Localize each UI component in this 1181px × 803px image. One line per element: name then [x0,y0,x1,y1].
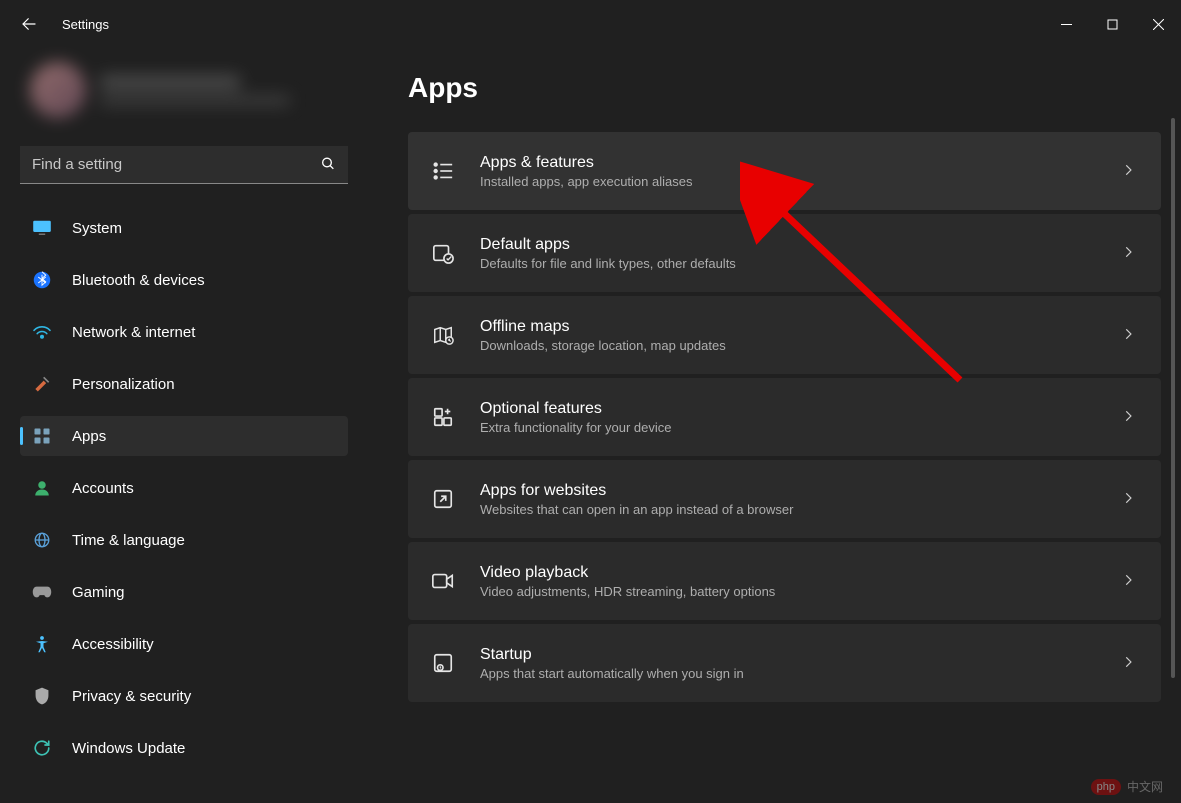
sidebar-item-time[interactable]: Time & language [20,520,348,560]
profile-email [100,95,290,106]
apps-icon [32,426,52,446]
search-icon [320,156,336,175]
system-icon [32,218,52,238]
back-arrow-icon [20,15,38,33]
titlebar: Settings [0,0,1181,48]
sidebar-item-label: Bluetooth & devices [72,272,205,289]
list-icon [430,158,456,184]
nav-list: System Bluetooth & devices Network & int… [20,208,348,768]
window-controls [1043,8,1181,40]
sidebar-item-bluetooth[interactable]: Bluetooth & devices [20,260,348,300]
card-title: Video playback [480,564,1121,582]
shield-icon [32,686,52,706]
accessibility-icon [32,634,52,654]
card-subtitle: Websites that can open in an app instead… [480,502,1121,517]
window-title: Settings [62,17,109,32]
sidebar-item-update[interactable]: Windows Update [20,728,348,768]
chevron-right-icon [1121,245,1135,262]
sidebar-item-privacy[interactable]: Privacy & security [20,676,348,716]
sidebar-item-personalization[interactable]: Personalization [20,364,348,404]
watermark-text: 中文网 [1127,778,1163,795]
close-icon [1153,19,1164,30]
card-title: Apps & features [480,154,1121,172]
chevron-right-icon [1121,327,1135,344]
globe-clock-icon [32,530,52,550]
sidebar-item-gaming[interactable]: Gaming [20,572,348,612]
gamepad-icon [32,582,52,602]
card-apps-for-websites[interactable]: Apps for websites Websites that can open… [408,460,1161,538]
card-offline-maps[interactable]: Offline maps Downloads, storage location… [408,296,1161,374]
search-input[interactable] [20,146,348,184]
chevron-right-icon [1121,655,1135,672]
sidebar-item-apps[interactable]: Apps [20,416,348,456]
maximize-button[interactable] [1089,8,1135,40]
sidebar-item-label: Accounts [72,480,134,497]
paintbrush-icon [32,374,52,394]
user-profile[interactable] [20,48,348,146]
sidebar-item-label: System [72,220,122,237]
maximize-icon [1107,19,1118,30]
page-title: Apps [408,72,1161,104]
sidebar-item-accessibility[interactable]: Accessibility [20,624,348,664]
card-default-apps[interactable]: Default apps Defaults for file and link … [408,214,1161,292]
default-apps-icon [430,240,456,266]
card-subtitle: Defaults for file and link types, other … [480,256,1121,271]
card-title: Apps for websites [480,482,1121,500]
sidebar: System Bluetooth & devices Network & int… [0,48,360,803]
chevron-right-icon [1121,491,1135,508]
card-title: Default apps [480,236,1121,254]
map-icon [430,322,456,348]
watermark-badge: php [1091,779,1121,795]
scrollbar[interactable] [1171,118,1175,678]
card-subtitle: Video adjustments, HDR streaming, batter… [480,584,1121,599]
card-subtitle: Downloads, storage location, map updates [480,338,1121,353]
sidebar-item-label: Windows Update [72,740,185,757]
chevron-right-icon [1121,409,1135,426]
chevron-right-icon [1121,573,1135,590]
watermark: php 中文网 [1091,778,1163,795]
card-subtitle: Extra functionality for your device [480,420,1121,435]
avatar [30,62,86,118]
search-box[interactable] [20,146,348,184]
sidebar-item-label: Accessibility [72,636,154,653]
sidebar-item-label: Time & language [72,532,185,549]
minimize-button[interactable] [1043,8,1089,40]
sidebar-item-system[interactable]: System [20,208,348,248]
card-subtitle: Installed apps, app execution aliases [480,174,1121,189]
minimize-icon [1061,19,1072,30]
sidebar-item-label: Personalization [72,376,175,393]
card-startup[interactable]: Startup Apps that start automatically wh… [408,624,1161,702]
settings-card-list: Apps & features Installed apps, app exec… [408,132,1161,702]
open-external-icon [430,486,456,512]
chevron-right-icon [1121,163,1135,180]
card-title: Offline maps [480,318,1121,336]
sidebar-item-label: Privacy & security [72,688,191,705]
wifi-icon [32,322,52,342]
card-optional-features[interactable]: Optional features Extra functionality fo… [408,378,1161,456]
sidebar-item-accounts[interactable]: Accounts [20,468,348,508]
sidebar-item-label: Gaming [72,584,125,601]
card-subtitle: Apps that start automatically when you s… [480,666,1121,681]
card-apps-features[interactable]: Apps & features Installed apps, app exec… [408,132,1161,210]
sidebar-item-label: Apps [72,428,106,445]
sidebar-item-label: Network & internet [72,324,195,341]
card-title: Startup [480,646,1121,664]
startup-icon [430,650,456,676]
profile-name [100,75,240,89]
card-title: Optional features [480,400,1121,418]
card-video-playback[interactable]: Video playback Video adjustments, HDR st… [408,542,1161,620]
person-icon [32,478,52,498]
update-icon [32,738,52,758]
back-button[interactable] [20,15,38,33]
bluetooth-icon [32,270,52,290]
main-content: Apps Apps & features Installed apps, app… [360,48,1181,803]
sidebar-item-network[interactable]: Network & internet [20,312,348,352]
video-icon [430,568,456,594]
optional-features-icon [430,404,456,430]
close-button[interactable] [1135,8,1181,40]
